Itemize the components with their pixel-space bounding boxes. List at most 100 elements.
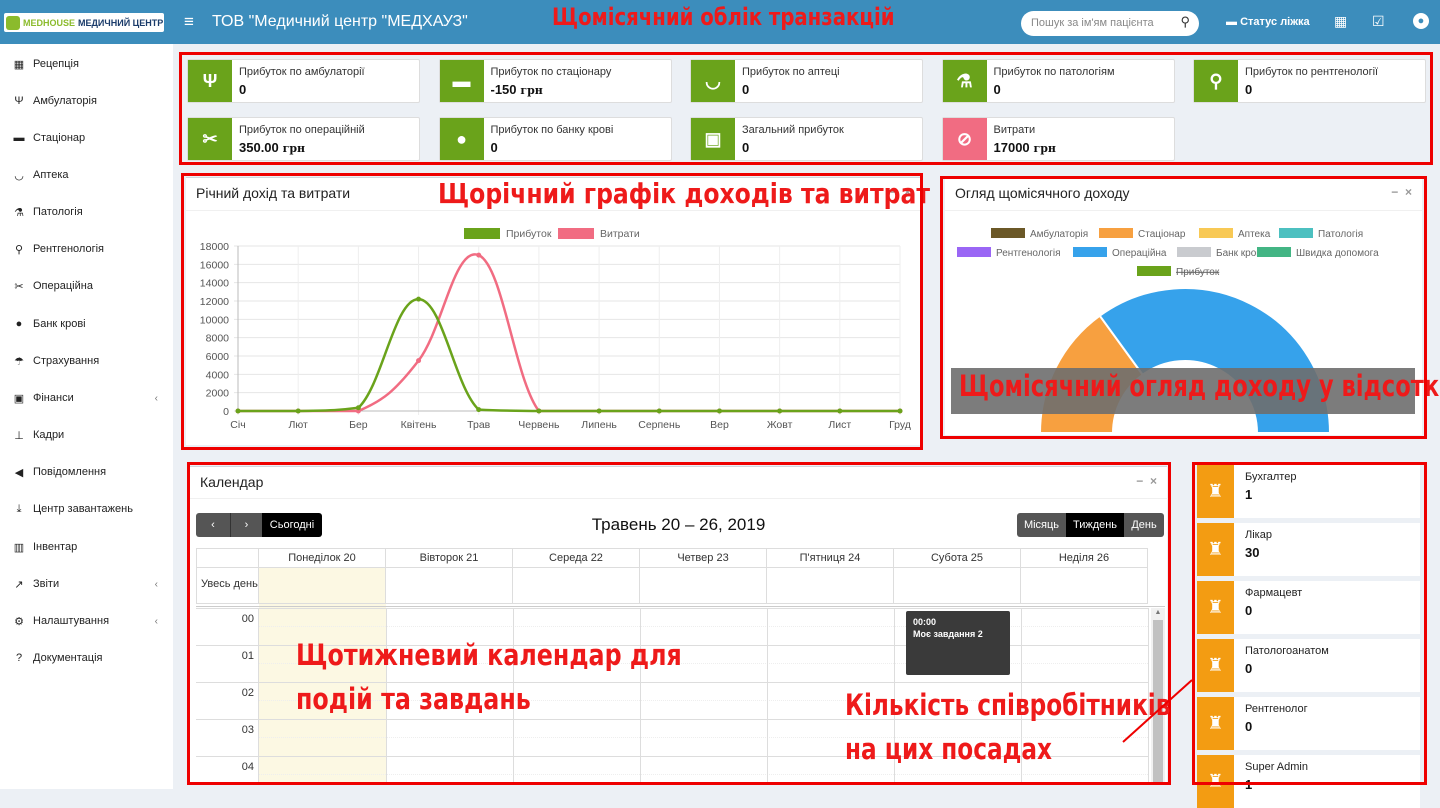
org-name: ТОВ "Медичний центр "МЕДХАУЗ" <box>212 13 468 30</box>
sidebar-item[interactable]: ☂ Страхування <box>12 351 162 371</box>
legend-swatch[interactable] <box>1279 228 1313 238</box>
legend-label[interactable]: Рентгенологія <box>996 248 1061 259</box>
data-point[interactable] <box>416 296 422 302</box>
sidebar-item[interactable]: ▬ Стаціонар <box>12 128 162 148</box>
all-day-cell[interactable] <box>640 568 767 604</box>
all-day-cell[interactable] <box>767 568 894 604</box>
sidebar-item[interactable]: ◡ Аптека <box>12 165 162 185</box>
day-column-line <box>767 608 768 784</box>
patient-search-input[interactable]: Пошук за ім'ям пацієнта ⚲ <box>1021 11 1199 36</box>
data-point[interactable] <box>416 358 422 364</box>
event-time: 00:00 <box>913 617 937 627</box>
chevron-left-icon[interactable]: ‹ <box>155 393 158 404</box>
data-point[interactable] <box>596 408 602 414</box>
data-point[interactable] <box>476 407 482 413</box>
legend-swatch[interactable] <box>957 247 991 257</box>
info-box-label: Прибуток по патологіям <box>993 66 1115 78</box>
sidebar-item[interactable]: ? Документація <box>12 648 162 668</box>
legend-label[interactable]: Стаціонар <box>1138 229 1186 240</box>
sidebar-item[interactable]: ⚙ Налаштування ‹ <box>12 611 162 631</box>
staff-role-label: Лікар <box>1245 529 1272 541</box>
bed-status-link[interactable]: ▬ Статус ліжка <box>1226 16 1310 28</box>
legend-label[interactable]: Аптека <box>1238 229 1271 240</box>
legend-swatch[interactable] <box>558 228 594 239</box>
sidebar-item[interactable]: ▣ Фінанси ‹ <box>12 388 162 408</box>
chevron-left-icon[interactable]: ‹ <box>155 616 158 627</box>
data-point[interactable] <box>476 252 482 258</box>
legend-swatch[interactable] <box>1257 247 1291 257</box>
chevron-left-icon[interactable]: ‹ <box>155 579 158 590</box>
staff-role-count: 0 <box>1245 661 1253 676</box>
calendar-event[interactable]: 00:00 Моє завдання 2 <box>906 611 1010 675</box>
sidebar-item[interactable]: ● Банк крові <box>12 314 162 334</box>
data-point[interactable] <box>656 408 662 414</box>
view-day-button[interactable]: День <box>1124 513 1164 537</box>
legend-label[interactable]: Витрати <box>600 228 640 240</box>
legend-swatch[interactable] <box>1099 228 1133 238</box>
search-placeholder: Пошук за ім'ям пацієнта <box>1031 17 1154 29</box>
legend-label[interactable]: Прибуток <box>1176 266 1220 278</box>
legend-label[interactable]: Операційна <box>1112 248 1167 259</box>
view-week-button[interactable]: Тиждень <box>1066 513 1124 537</box>
staff-role-box: ♜ Патологоанатом 0 <box>1197 639 1420 692</box>
legend-label[interactable]: Амбулаторія <box>1030 228 1088 240</box>
legend-swatch[interactable] <box>1137 266 1171 276</box>
sidebar-item[interactable]: ▥ Інвентар <box>12 537 162 557</box>
sidebar-item[interactable]: ⊥ Кадри <box>12 425 162 445</box>
sidebar-item[interactable]: ↗ Звіти ‹ <box>12 574 162 594</box>
data-point[interactable] <box>295 408 301 414</box>
all-day-cell[interactable] <box>1021 568 1148 604</box>
data-point[interactable] <box>777 408 783 414</box>
legend-label[interactable]: Прибуток <box>506 228 552 240</box>
app-logo[interactable]: MEDHOUSE МЕДИЧНИЙ ЦЕНТР <box>4 13 164 32</box>
user-avatar-icon[interactable]: ● <box>1413 13 1429 29</box>
legend-label[interactable]: Швидка допомога <box>1296 248 1379 259</box>
sidebar-item-label: Рентгенологія <box>33 243 104 255</box>
x-tick-label: Січ <box>230 419 245 431</box>
data-point[interactable] <box>716 408 722 414</box>
data-point[interactable] <box>897 408 903 414</box>
info-box-label: Прибуток по банку крові <box>490 124 614 136</box>
info-box-icon: ✂ <box>188 118 232 160</box>
scroll-up-icon[interactable]: ▲ <box>1153 609 1163 619</box>
all-day-cell[interactable] <box>386 568 513 604</box>
sidebar-item[interactable]: ◀ Повідомлення <box>12 462 162 482</box>
sidebar-item[interactable]: ✂ Операційна <box>12 276 162 296</box>
all-day-cell[interactable] <box>259 568 386 604</box>
sidebar-item[interactable]: ⤓ Центр завантажень <box>12 499 162 519</box>
sidebar-item[interactable]: ⚲ Рентгенологія <box>12 239 162 259</box>
x-tick-label: Вер <box>710 419 729 431</box>
umbrella-icon: ☂ <box>14 355 24 368</box>
info-box: ▬ Прибуток по стаціонару -150 грн <box>438 59 672 103</box>
data-point[interactable] <box>536 408 542 414</box>
all-day-cell[interactable] <box>894 568 1021 604</box>
legend-swatch[interactable] <box>1177 247 1211 257</box>
legend-swatch[interactable] <box>1073 247 1107 257</box>
legend-label[interactable]: Банк крові <box>1216 248 1264 259</box>
legend-swatch[interactable] <box>1199 228 1233 238</box>
value-number: 350.00 <box>239 140 279 155</box>
legend-swatch[interactable] <box>464 228 500 239</box>
sidebar-item-label: Кадри <box>33 429 65 441</box>
search-icon[interactable]: ⚲ <box>1180 14 1190 30</box>
collapse-icon[interactable]: − <box>1136 474 1143 488</box>
tasks-icon[interactable]: ☑ <box>1372 13 1385 30</box>
sidebar-item[interactable]: Ψ Амбулаторія <box>12 91 162 111</box>
x-tick-label: Трав <box>467 419 491 431</box>
stethoscope-icon: Ψ <box>14 95 24 107</box>
sidebar-item[interactable]: ▦ Рецепція <box>12 54 162 74</box>
menu-toggle-icon[interactable]: ≡ <box>184 12 194 32</box>
sitemap-icon: ⊥ <box>14 429 24 442</box>
flask-icon: ⚗ <box>14 206 24 219</box>
view-month-button[interactable]: Місяць <box>1017 513 1066 537</box>
legend-swatch[interactable] <box>991 228 1025 238</box>
calendar-day-header: Понеділок 20 <box>259 548 386 568</box>
close-icon[interactable]: × <box>1150 474 1157 488</box>
sidebar-item[interactable]: ⚗ Патологія <box>12 202 162 222</box>
data-point[interactable] <box>235 408 241 414</box>
all-day-cell[interactable] <box>513 568 640 604</box>
calendar-icon[interactable]: ▦ <box>1334 13 1347 30</box>
data-point[interactable] <box>837 408 843 414</box>
data-point[interactable] <box>355 405 361 411</box>
legend-label[interactable]: Патологія <box>1318 229 1363 240</box>
